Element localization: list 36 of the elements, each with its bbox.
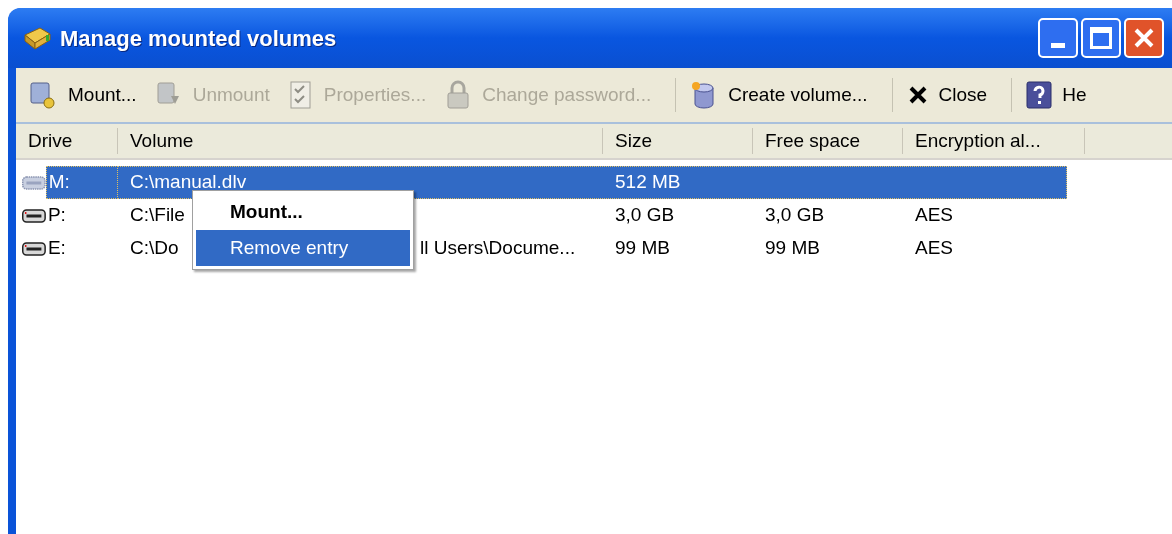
book-icon — [22, 25, 52, 51]
table-cell-text: 99 MB — [614, 236, 670, 261]
table-cell-text: 512 MB — [614, 170, 681, 195]
help-icon — [1026, 81, 1053, 109]
column-header[interactable]: Volume — [118, 128, 603, 154]
drive-key-icon — [28, 80, 58, 110]
column-header[interactable]: Free space — [753, 128, 903, 154]
table-cell-text: P: — [46, 203, 67, 228]
toolbar-button[interactable]: Mount... — [24, 75, 141, 115]
minimize-button[interactable] — [1038, 18, 1078, 58]
column-header[interactable]: Encryption al... — [903, 128, 1085, 154]
table-cell-text: 3,0 GB — [764, 203, 825, 228]
menu-item[interactable]: Remove entry — [196, 230, 410, 266]
table-cell-text: AES — [914, 203, 954, 228]
table-cell-text: C:\Do — [129, 236, 179, 261]
table-cell-text: 99 MB — [764, 236, 820, 261]
column-header[interactable]: Size — [603, 128, 753, 154]
close-button[interactable] — [1124, 18, 1164, 58]
table-cell-text: E: — [46, 236, 67, 261]
maximize-icon — [1090, 27, 1112, 49]
toolbar-button[interactable]: He — [1022, 75, 1091, 115]
table-cell-text: C:\manual.dlv — [129, 170, 247, 195]
table-cell-text: C:\File — [129, 203, 185, 228]
menu-item[interactable]: Mount... — [196, 194, 410, 230]
table-cell-text: AES — [914, 236, 954, 261]
column-header[interactable]: Drive — [16, 128, 118, 154]
checklist-icon — [287, 80, 314, 110]
window-title: Manage mounted volumes — [60, 24, 337, 53]
toolbar-button[interactable]: Close — [902, 75, 992, 115]
table-cell-text: 3,0 GB — [614, 203, 675, 228]
maximize-button[interactable] — [1081, 18, 1121, 58]
table-cell: M: — [45, 166, 118, 199]
table-cell-text: ll Users\Docume... — [420, 236, 576, 261]
close-icon — [1133, 27, 1155, 49]
toolbar-button[interactable]: Create volume... — [686, 75, 872, 115]
minimize-icon — [1051, 43, 1065, 48]
